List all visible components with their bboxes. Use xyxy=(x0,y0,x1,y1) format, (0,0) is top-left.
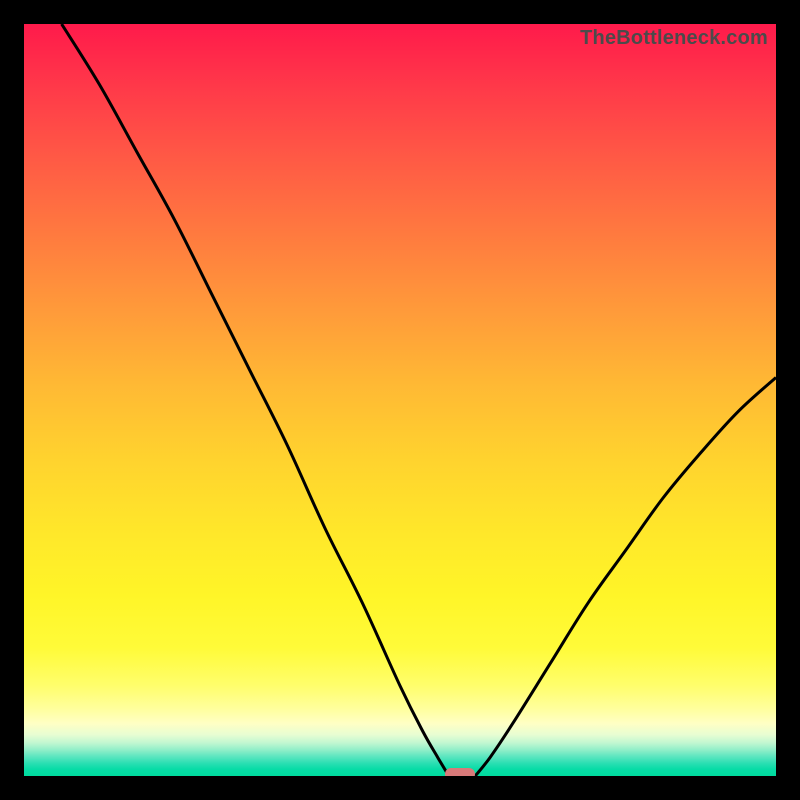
optimal-marker xyxy=(445,768,475,776)
curve-left-branch xyxy=(62,24,449,776)
chart-frame: TheBottleneck.com xyxy=(0,0,800,800)
curve-right-branch xyxy=(475,377,776,776)
bottleneck-curve xyxy=(24,24,776,776)
plot-area: TheBottleneck.com xyxy=(24,24,776,776)
